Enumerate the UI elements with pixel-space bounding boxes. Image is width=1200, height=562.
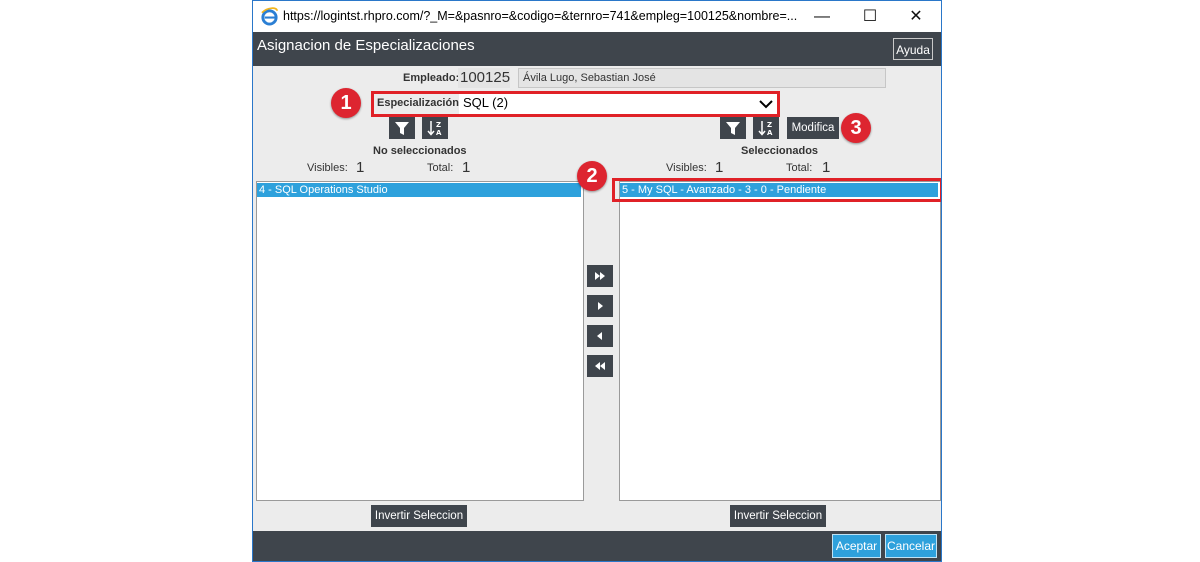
move-all-right-button[interactable]	[587, 265, 613, 287]
modify-button[interactable]: Modifica	[787, 117, 839, 139]
right-invert-selection-button[interactable]: Invertir Seleccion	[730, 505, 826, 527]
left-total-label: Total:	[427, 162, 454, 174]
callout-badge-2: 2	[577, 161, 607, 191]
move-right-button[interactable]	[587, 295, 613, 317]
accept-button[interactable]: Aceptar	[832, 534, 881, 558]
callout-badge-1: 1	[331, 88, 361, 118]
cancel-button[interactable]: Cancelar	[885, 534, 937, 558]
svg-text:Z: Z	[767, 121, 772, 129]
left-panel-title: No seleccionados	[373, 145, 467, 157]
arrow-right-icon	[598, 302, 603, 310]
left-filter-button[interactable]	[389, 117, 415, 139]
browser-window: https://logintst.rhpro.com/?_M=&pasnro=&…	[252, 0, 942, 562]
empleado-name: Ávila Lugo, Sebastian José	[523, 72, 656, 84]
dialog-footer: Aceptar Cancelar	[253, 531, 941, 561]
sort-za-icon: Z A	[758, 121, 773, 137]
svg-text:Z: Z	[436, 121, 441, 129]
empleado-code: 100125	[460, 69, 510, 86]
move-left-button[interactable]	[587, 325, 613, 347]
right-sort-button[interactable]: Z A	[753, 117, 779, 139]
empleado-label: Empleado:	[403, 72, 460, 84]
filter-icon	[395, 122, 409, 135]
left-visibles-label: Visibles:	[307, 162, 348, 174]
left-visibles-value: 1	[356, 159, 365, 176]
especializacion-select[interactable]: SQL (2)	[459, 94, 777, 114]
empleado-code-field: 100125	[458, 68, 510, 88]
chevron-down-icon	[759, 100, 773, 109]
empleado-name-field: Ávila Lugo, Sebastian José	[518, 68, 886, 88]
left-total-value: 1	[462, 159, 471, 176]
right-total-label: Total:	[786, 162, 813, 174]
filter-icon	[726, 122, 740, 135]
maximize-button[interactable]: ☐	[847, 1, 893, 32]
window-titlebar: https://logintst.rhpro.com/?_M=&pasnro=&…	[253, 1, 941, 32]
right-filter-button[interactable]	[720, 117, 746, 139]
right-panel-title: Seleccionados	[741, 145, 819, 157]
help-button[interactable]: Ayuda	[893, 38, 933, 60]
sort-za-icon: Z A	[427, 121, 442, 137]
window-url: https://logintst.rhpro.com/?_M=&pasnro=&…	[283, 9, 798, 23]
right-visibles-label: Visibles:	[666, 162, 707, 174]
move-all-left-button[interactable]	[587, 355, 613, 377]
dialog-header: Asignacion de Especializaciones Ayuda	[253, 32, 941, 66]
right-visibles-value: 1	[715, 159, 724, 176]
list-item[interactable]: 4 - SQL Operations Studio	[257, 183, 581, 197]
page-title: Asignacion de Especializaciones	[257, 37, 475, 54]
right-listbox[interactable]: 5 - My SQL - Avanzado - 3 - 0 - Pendient…	[619, 181, 941, 501]
especializacion-label: Especialización:	[377, 97, 463, 109]
svg-text:A: A	[767, 129, 773, 137]
double-arrow-left-icon	[595, 362, 605, 370]
left-invert-selection-button[interactable]: Invertir Seleccion	[371, 505, 467, 527]
double-arrow-right-icon	[595, 272, 605, 280]
minimize-button[interactable]: —	[799, 1, 845, 32]
especializacion-value: SQL (2)	[463, 95, 509, 110]
callout-badge-3: 3	[841, 113, 871, 143]
svg-text:A: A	[436, 129, 442, 137]
internet-explorer-icon	[261, 7, 278, 26]
right-total-value: 1	[822, 159, 831, 176]
callout-box-selected-item	[612, 178, 941, 202]
left-sort-button[interactable]: Z A	[422, 117, 448, 139]
arrow-left-icon	[597, 332, 602, 340]
dialog-content: Empleado: 100125 Ávila Lugo, Sebastian J…	[253, 66, 941, 531]
close-button[interactable]: ✕	[893, 1, 939, 32]
left-listbox[interactable]: 4 - SQL Operations Studio	[256, 181, 584, 501]
